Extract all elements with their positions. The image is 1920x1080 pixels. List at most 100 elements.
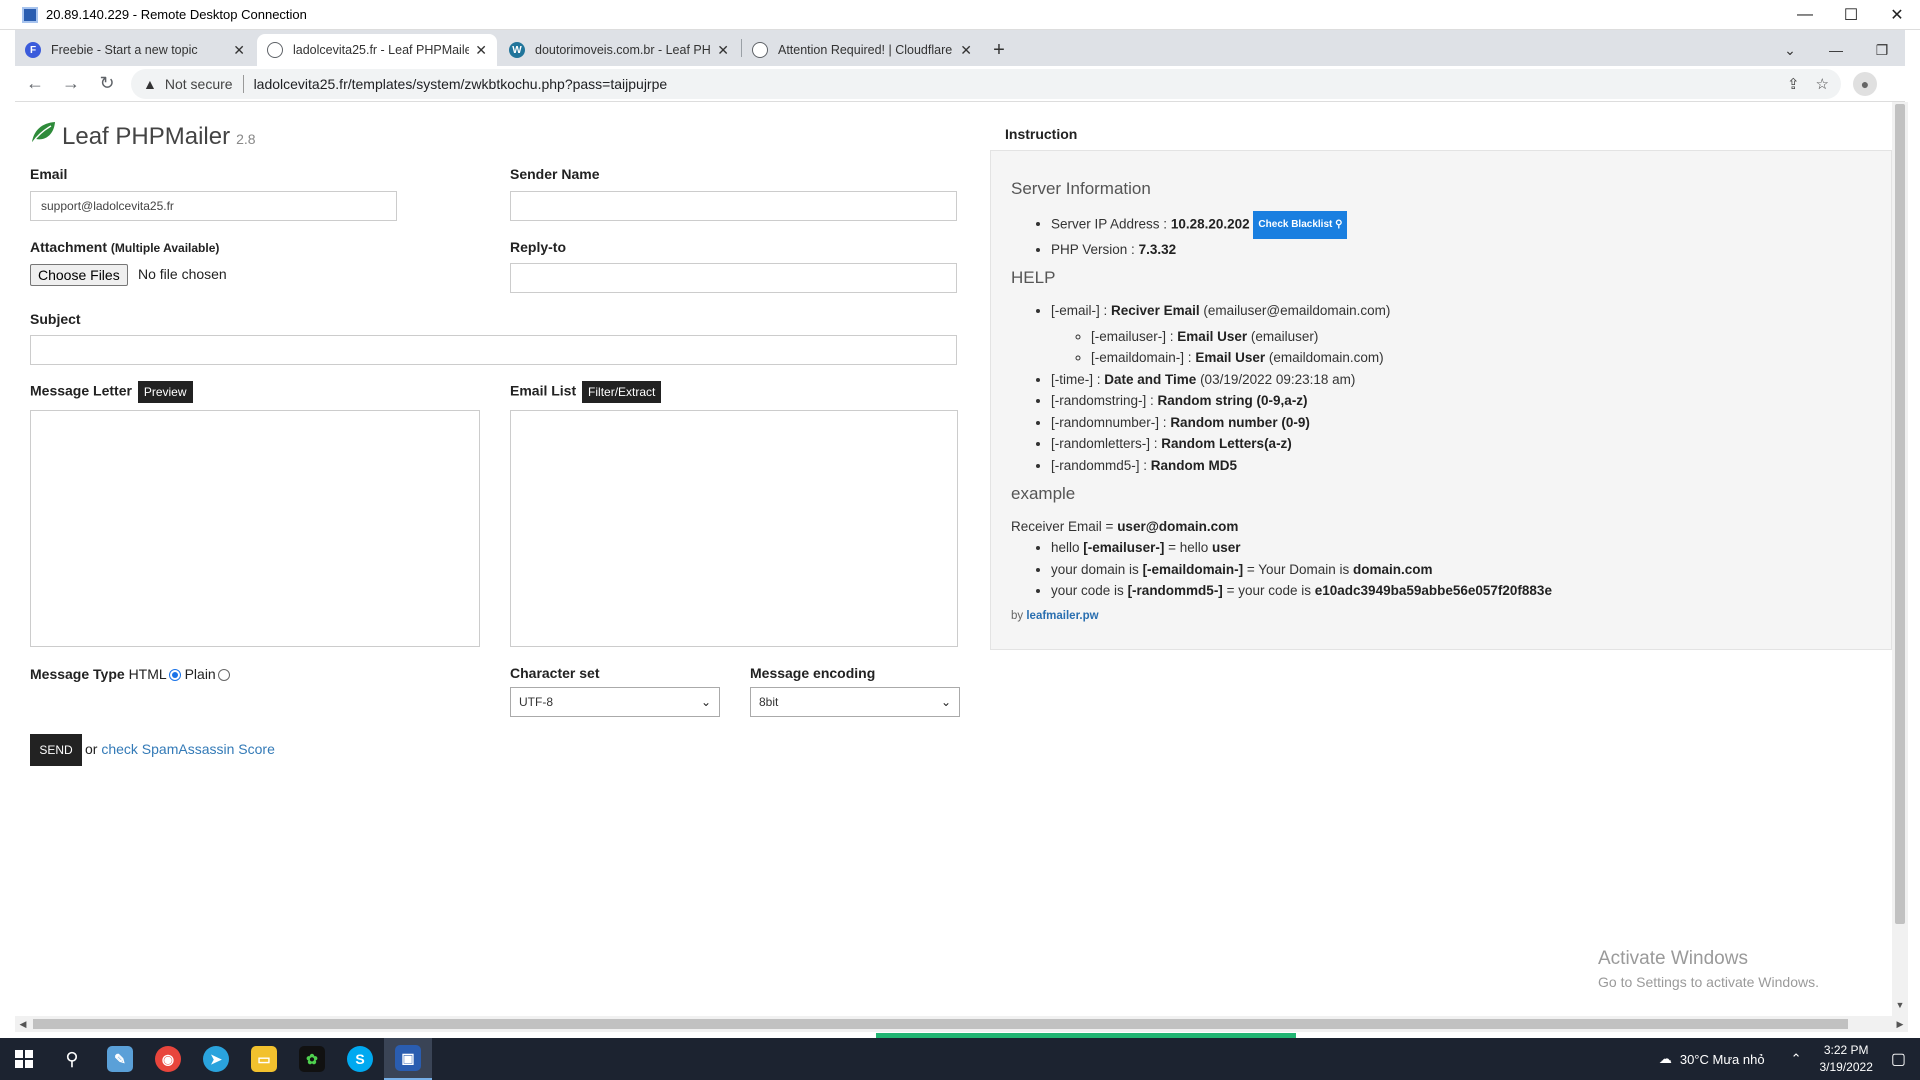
scroll-right-arrow-icon[interactable]: ▶: [1892, 1016, 1908, 1032]
attachment-label-text: Attachment: [30, 239, 108, 255]
taskbar-app-explorer[interactable]: ▭: [240, 1038, 288, 1080]
example-item: your code is [-randommd5-] = your code i…: [1051, 580, 1871, 602]
preview-button[interactable]: Preview: [137, 381, 193, 403]
browser-restore-button[interactable]: ❐: [1859, 42, 1905, 59]
encoding-select[interactable]: 8bit ⌄: [750, 687, 960, 717]
notepad-icon: ✎: [107, 1046, 133, 1072]
bookmark-star-icon[interactable]: ☆: [1816, 75, 1829, 93]
close-window-button[interactable]: ✕: [1874, 0, 1920, 30]
scroll-down-arrow-icon[interactable]: ▼: [1892, 1000, 1908, 1016]
example-item: hello [-emailuser-] = hello user: [1051, 537, 1871, 559]
server-ip-item: Server IP Address : 10.28.20.202 Check B…: [1051, 211, 1871, 239]
taskbar-app-icq[interactable]: ✿: [288, 1038, 336, 1080]
email-list-textarea[interactable]: [510, 410, 958, 647]
profile-avatar-icon[interactable]: ●: [1853, 71, 1877, 96]
remote-desktop-icon: ▣: [395, 1045, 421, 1071]
example-item: your domain is [-emaildomain-] = Your Do…: [1051, 559, 1871, 581]
help-name: Random Letters(a-z): [1161, 436, 1292, 451]
html-radio[interactable]: [168, 669, 181, 682]
maximize-button[interactable]: ☐: [1828, 0, 1874, 30]
tab-cloudflare[interactable]: Attention Required! | Cloudflare ✕: [742, 34, 982, 66]
receiver-prefix: Receiver Email =: [1011, 519, 1114, 534]
plain-option-label: Plain: [184, 666, 216, 682]
vertical-scrollbar[interactable]: ▼: [1892, 102, 1908, 1016]
notification-icon[interactable]: ▢: [1891, 1049, 1906, 1069]
help-item: [-email-] : Reciver Email (emailuser@ema…: [1051, 300, 1871, 369]
choose-files-button[interactable]: Choose Files: [30, 264, 128, 286]
filter-extract-button[interactable]: Filter/Extract: [582, 381, 662, 403]
encoding-value: 8bit: [759, 695, 779, 709]
tab-freebie[interactable]: F Freebie - Start a new topic ✕: [15, 34, 255, 66]
tab-leaf-phpmailer[interactable]: ladolcevita25.fr - Leaf PHPMailer ✕: [257, 34, 497, 66]
back-arrow-icon[interactable]: ←: [19, 68, 51, 100]
taskbar-app-rdp[interactable]: ▣: [384, 1038, 432, 1080]
email-field[interactable]: support@ladolcevita25.fr: [30, 191, 397, 221]
scrollbar-thumb[interactable]: [1895, 104, 1905, 924]
spamassassin-link[interactable]: check SpamAssassin Score: [101, 741, 275, 757]
server-ip-label: Server IP Address :: [1051, 216, 1168, 232]
check-blacklist-button[interactable]: Check Blacklist ⚲: [1253, 211, 1348, 239]
clock[interactable]: 3:22 PM 3/19/2022: [1819, 1042, 1872, 1076]
close-tab-icon[interactable]: ✕: [475, 42, 487, 59]
page-viewport: Leaf PHPMailer 2.8 Email support@ladolce…: [15, 102, 1892, 1016]
taskbar-app-chrome[interactable]: ◉: [144, 1038, 192, 1080]
help-item: [-randomstring-] : Random string (0-9,a-…: [1051, 390, 1871, 412]
subject-field[interactable]: [30, 335, 957, 365]
app-logo: Leaf PHPMailer 2.8: [30, 120, 256, 151]
example-val: user: [1212, 540, 1241, 555]
message-letter-textarea[interactable]: [30, 410, 480, 647]
receiver-value: user@domain.com: [1117, 519, 1239, 534]
help-tag: [-randomstring-] :: [1051, 393, 1154, 408]
taskbar-app-notepad[interactable]: ✎: [96, 1038, 144, 1080]
tab-label: Freebie - Start a new topic: [51, 43, 198, 57]
address-bar[interactable]: ▲ Not secure ladolcevita25.fr/templates/…: [131, 68, 1841, 99]
weather-widget[interactable]: ☁ 30°C Mưa nhỏ: [1659, 1051, 1765, 1067]
help-tag: [-randomletters-] :: [1051, 436, 1158, 451]
chrome-icon: ◉: [155, 1046, 181, 1072]
sender-name-field[interactable]: [510, 191, 957, 221]
help-tag: [-email-] :: [1051, 303, 1108, 318]
close-tab-icon[interactable]: ✕: [960, 42, 972, 59]
help-tag: [-emaildomain-] :: [1091, 350, 1192, 365]
tab-search-chevron-icon[interactable]: ⌄: [1767, 42, 1813, 59]
rdp-title: 20.89.140.229 - Remote Desktop Connectio…: [46, 7, 307, 22]
help-item: [-emailuser-] : Email User (emailuser): [1091, 326, 1871, 348]
minimize-button[interactable]: —: [1782, 0, 1828, 30]
telegram-icon: ➤: [203, 1046, 229, 1072]
url-text[interactable]: ladolcevita25.fr/templates/system/zwkbtk…: [254, 76, 668, 92]
tab-doutorimoveis[interactable]: W doutorimoveis.com.br - Leaf PHP ✕: [499, 34, 739, 66]
by-prefix: by: [1011, 609, 1024, 622]
taskbar-app-skype[interactable]: S: [336, 1038, 384, 1080]
reply-to-field[interactable]: [510, 263, 957, 293]
skype-icon: S: [347, 1046, 373, 1072]
close-tab-icon[interactable]: ✕: [717, 42, 729, 59]
leafmailer-link[interactable]: leafmailer.pw: [1026, 610, 1098, 622]
example-tag: [-emailuser-]: [1083, 540, 1165, 555]
charset-select[interactable]: UTF-8 ⌄: [510, 687, 720, 717]
browser-minimize-button[interactable]: —: [1813, 42, 1859, 58]
icq-flower-icon: ✿: [299, 1046, 325, 1072]
taskbar-app-telegram[interactable]: ➤: [192, 1038, 240, 1080]
search-taskbar-button[interactable]: ⚲: [48, 1038, 96, 1080]
tray-chevron-up-icon[interactable]: ⌃: [1791, 1051, 1802, 1067]
no-file-chosen-text: No file chosen: [138, 266, 227, 282]
help-list: [-email-] : Reciver Email (emailuser@ema…: [1051, 300, 1871, 476]
not-secure-label: Not secure: [164, 75, 233, 92]
start-button[interactable]: [0, 1038, 48, 1080]
new-tab-button[interactable]: +: [984, 34, 1014, 66]
server-info-list: Server IP Address : 10.28.20.202 Check B…: [1051, 211, 1871, 260]
reload-icon[interactable]: ↻: [91, 68, 123, 100]
scroll-left-arrow-icon[interactable]: ◀: [15, 1016, 31, 1032]
send-button[interactable]: SEND: [30, 734, 82, 766]
subject-label: Subject: [30, 311, 81, 327]
send-or-row: or check SpamAssassin Score: [85, 741, 275, 757]
scrollbar-thumb[interactable]: [33, 1019, 1848, 1029]
windows-taskbar: ⚲ ✎ ◉ ➤ ▭ ✿ S ▣ ☁ 30°C Mưa nhỏ ⌃ 3:22 PM …: [0, 1038, 1920, 1080]
share-icon[interactable]: ⇪: [1787, 75, 1800, 93]
horizontal-scrollbar[interactable]: ◀ ▶: [15, 1016, 1908, 1032]
plain-radio[interactable]: [217, 669, 230, 682]
close-tab-icon[interactable]: ✕: [233, 42, 245, 59]
email-list-text: Email List: [510, 382, 577, 399]
email-list-label: Email List Filter/Extract: [510, 381, 662, 403]
forward-arrow-icon[interactable]: →: [55, 68, 87, 100]
